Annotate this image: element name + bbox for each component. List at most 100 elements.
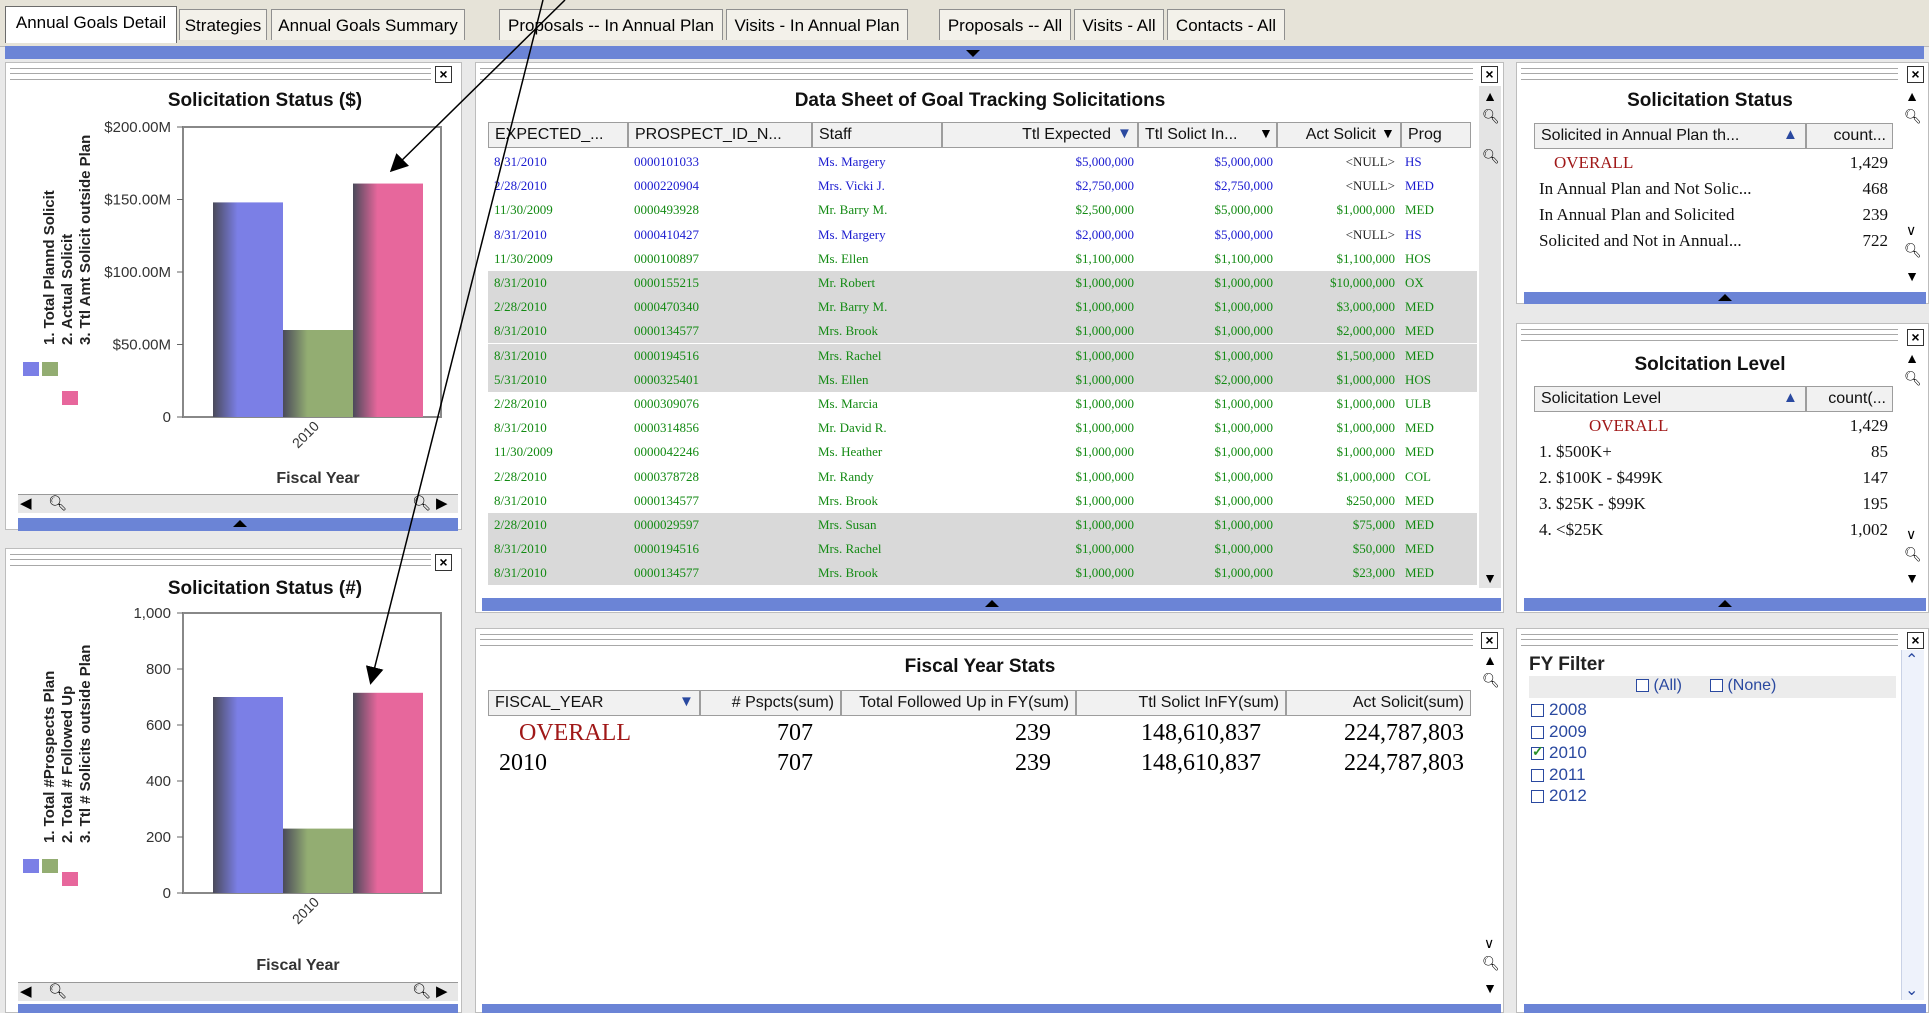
expand-chevron-icon[interactable] bbox=[985, 600, 999, 607]
scroll-down-icon[interactable]: ▼ bbox=[1482, 980, 1498, 996]
datasheet-row[interactable]: 5/31/2010 0000325401 Ms. Ellen $1,000,000 $2… bbox=[488, 367, 1477, 392]
zoom-icon[interactable]: 🔍︎ bbox=[1482, 148, 1500, 165]
expand-chevron-icon[interactable] bbox=[1718, 600, 1732, 607]
datasheet-row[interactable]: 8/31/2010 0000134577 Mrs. Brook $1,000,000 $… bbox=[488, 489, 1477, 513]
close-icon[interactable]: × bbox=[1481, 66, 1498, 83]
tab-visits-all[interactable]: Visits - All bbox=[1074, 9, 1164, 40]
datasheet-row[interactable]: 8/31/2010 0000410427 Ms. Margery $2,000,000… bbox=[488, 223, 1477, 247]
scroll-up-icon[interactable]: ▲ bbox=[1482, 652, 1498, 668]
panel-grip[interactable] bbox=[480, 68, 1473, 80]
checkbox-icon[interactable] bbox=[1531, 743, 1544, 761]
col-header-solicitation-level[interactable]: Solicitation Level bbox=[1534, 386, 1806, 412]
panel-grip[interactable] bbox=[10, 68, 431, 80]
fy-option[interactable]: 2011 bbox=[1531, 765, 1586, 785]
panel-grip[interactable] bbox=[1521, 634, 1898, 646]
datasheet-row[interactable]: 11/30/2009 0000042246 Ms. Heather $1,000,00… bbox=[488, 440, 1477, 464]
scroll-down-icon[interactable]: ▼ bbox=[1482, 570, 1498, 586]
checkbox-none[interactable]: (None) bbox=[1710, 677, 1776, 695]
col-header-staff[interactable]: Staff bbox=[812, 122, 942, 148]
datasheet-row[interactable]: 8/31/2010 0000134577 Mrs. Brook $1,000,000 $… bbox=[488, 319, 1477, 344]
zoom-icon[interactable]: 🔍︎ bbox=[48, 494, 67, 512]
chevron-down-icon[interactable]: ∨ bbox=[1906, 222, 1916, 239]
sort-desc-icon[interactable]: ▼ bbox=[679, 693, 694, 710]
datasheet-row[interactable]: 8/31/2010 0000314856 Mr. David R. $1,000,00… bbox=[488, 416, 1477, 440]
sort-asc-icon[interactable]: ▲ bbox=[1783, 389, 1798, 406]
scroll-right-icon[interactable]: ▶ bbox=[436, 494, 448, 512]
panel-footer-strip[interactable] bbox=[482, 1004, 1501, 1013]
col-header-followed-up[interactable]: Total Followed Up in FY(sum) bbox=[841, 690, 1076, 716]
panel-grip[interactable] bbox=[10, 554, 431, 566]
close-icon[interactable]: × bbox=[1907, 329, 1924, 346]
zoom-icon[interactable]: 🔍︎ bbox=[1482, 955, 1500, 972]
col-header-ttl-expected[interactable]: Ttl Expected bbox=[942, 122, 1138, 148]
datasheet-row[interactable]: 2/28/2010 0000378728 Mr. Randy $1,000,000 $1… bbox=[488, 465, 1477, 489]
panel-footer-strip[interactable] bbox=[18, 1004, 458, 1013]
collapse-chevron-icon[interactable] bbox=[966, 50, 980, 57]
fy-option[interactable]: 2008 bbox=[1531, 700, 1587, 720]
zoom-icon[interactable]: 🔍︎ bbox=[1904, 546, 1922, 563]
checkbox-icon[interactable] bbox=[1636, 679, 1649, 693]
checkbox-icon[interactable] bbox=[1531, 768, 1544, 782]
close-icon[interactable]: × bbox=[435, 66, 452, 83]
scroll-left-icon[interactable]: ◀ bbox=[20, 982, 32, 1000]
panel-grip[interactable] bbox=[1521, 329, 1898, 341]
fy-option[interactable]: 2010 bbox=[1531, 743, 1587, 763]
fy-option[interactable]: 2012 bbox=[1531, 786, 1587, 806]
tab-proposals-all[interactable]: Proposals -- All bbox=[939, 9, 1071, 40]
dropdown-icon[interactable]: ▼ bbox=[1381, 125, 1395, 141]
fystats-row[interactable]: 2010 707 239 148,610,837 224,787,803 bbox=[488, 748, 1471, 778]
chevron-down-icon[interactable]: ∨ bbox=[1484, 935, 1494, 952]
col-header-ttl-solict[interactable]: Ttl Solict InFY(sum) bbox=[1076, 690, 1286, 716]
checkbox-icon[interactable] bbox=[1531, 790, 1544, 804]
panel-grip[interactable] bbox=[1521, 68, 1898, 80]
sollevel-row[interactable]: 3. $25K - $99K 195 bbox=[1534, 492, 1893, 516]
sort-asc-icon[interactable]: ▲ bbox=[1783, 126, 1798, 143]
scroll-up-icon[interactable]: ▲ bbox=[1904, 88, 1920, 104]
datasheet-row[interactable]: 8/31/2010 0000194516 Mrs. Rachel $1,000,000… bbox=[488, 343, 1477, 368]
datasheet-row[interactable]: 11/30/2009 0000100897 Ms. Ellen $1,100,000 $… bbox=[488, 247, 1477, 271]
datasheet-row[interactable]: 2/28/2010 0000220904 Mrs. Vicki J. $2,750,0… bbox=[488, 174, 1477, 198]
datasheet-row[interactable]: 2/28/2010 0000029597 Mrs. Susan $1,000,000 $… bbox=[488, 513, 1477, 537]
sort-desc-icon[interactable]: ▼ bbox=[1117, 125, 1132, 142]
chevron-down-icon[interactable]: ⌄ bbox=[1905, 980, 1918, 1000]
checkbox-icon[interactable] bbox=[1710, 679, 1723, 693]
expand-chevron-icon[interactable] bbox=[1718, 294, 1732, 301]
close-icon[interactable]: × bbox=[1481, 632, 1498, 649]
col-header-count[interactable]: count... bbox=[1806, 123, 1893, 149]
datasheet-row[interactable]: 2/28/2010 0000309076 Ms. Marcia $1,000,000 $… bbox=[488, 392, 1477, 416]
close-icon[interactable]: × bbox=[435, 554, 452, 571]
close-icon[interactable]: × bbox=[1907, 632, 1924, 649]
scroll-down-icon[interactable]: ▼ bbox=[1904, 268, 1920, 284]
zoom-icon[interactable]: 🔍︎ bbox=[412, 982, 431, 1000]
datasheet-row[interactable]: 8/31/2010 0000194516 Mrs. Rachel $1,000,000… bbox=[488, 537, 1477, 562]
checkbox-icon[interactable] bbox=[1531, 725, 1544, 739]
fy-option[interactable]: 2009 bbox=[1531, 722, 1587, 742]
checkbox-all[interactable]: (All) bbox=[1636, 677, 1682, 695]
zoom-icon[interactable]: 🔍︎ bbox=[412, 494, 431, 512]
datasheet-row[interactable]: 8/31/2010 0000155215 Mr. Robert $1,000,000 $… bbox=[488, 271, 1477, 295]
tab-visits-in-annual-plan[interactable]: Visits - In Annual Plan bbox=[726, 9, 908, 40]
tab-contacts-all[interactable]: Contacts - All bbox=[1167, 9, 1285, 40]
scroll-right-icon[interactable]: ▶ bbox=[436, 982, 448, 1000]
expand-chevron-icon[interactable] bbox=[233, 520, 247, 527]
datasheet-row[interactable]: 8/31/2010 0000134577 Mrs. Brook $1,000,000 $… bbox=[488, 561, 1477, 586]
datasheet-row[interactable]: 8/31/2010 0000101033 Ms. Margery $5,000,000… bbox=[488, 150, 1477, 174]
fystats-row-overall[interactable]: OVERALL 707 239 148,610,837 224,787,803 bbox=[488, 718, 1471, 748]
fyfilter-scrollbar[interactable] bbox=[1901, 650, 1924, 1000]
col-header-solicited-in-plan[interactable]: Solicited in Annual Plan th... bbox=[1534, 123, 1806, 149]
tab-annual-goals-summary[interactable]: Annual Goals Summary bbox=[271, 9, 465, 40]
scroll-left-icon[interactable]: ◀ bbox=[20, 494, 32, 512]
scroll-up-icon[interactable]: ▲ bbox=[1482, 88, 1498, 104]
sollevel-row[interactable]: 1. $500K+ 85 bbox=[1534, 440, 1893, 464]
solstatus-row[interactable]: In Annual Plan and Solicited 239 bbox=[1534, 203, 1893, 227]
chart-scroll-bar[interactable] bbox=[18, 982, 458, 1001]
solstatus-row-overall[interactable]: OVERALL 1,429 bbox=[1534, 151, 1893, 175]
panel-grip[interactable] bbox=[480, 634, 1473, 646]
chevron-up-icon[interactable]: ⌃ bbox=[1905, 650, 1918, 670]
close-icon[interactable]: × bbox=[1907, 66, 1924, 83]
tab-proposals-in-annual-plan[interactable]: Proposals -- In Annual Plan bbox=[499, 9, 723, 40]
zoom-icon[interactable]: 🔍︎ bbox=[1904, 108, 1922, 125]
col-header-prospect-id[interactable]: PROSPECT_ID_N... bbox=[628, 122, 812, 148]
panel-footer-strip[interactable] bbox=[1524, 1004, 1926, 1013]
datasheet-row[interactable]: 11/30/2009 0000493928 Mr. Barry M. $2,500,0… bbox=[488, 198, 1477, 222]
